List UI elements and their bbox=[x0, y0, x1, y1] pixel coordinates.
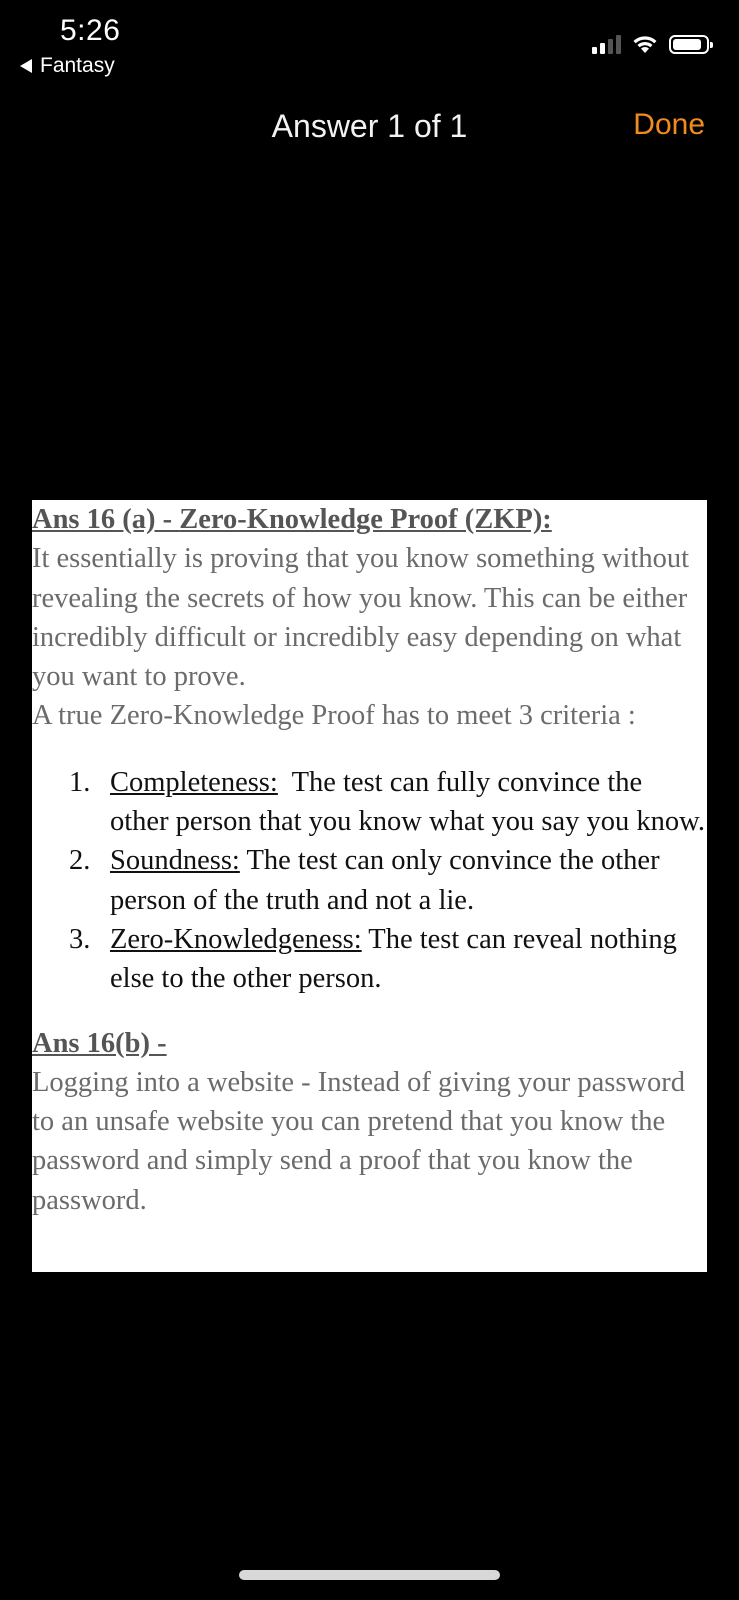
system-icons bbox=[592, 34, 713, 54]
list-item-term: Completeness: bbox=[110, 766, 278, 798]
list-item: 3. Zero-Knowledgeness: The test can reve… bbox=[32, 920, 707, 999]
heading-16a-prefix: Ans 16 (a) - bbox=[32, 504, 180, 535]
paragraph-16b: Logging into a website - Instead of givi… bbox=[32, 1066, 686, 1216]
heading-16a-title: Zero-Knowledge Proof (ZKP): bbox=[179, 504, 552, 535]
heading-16b: Ans 16(b) - bbox=[32, 1027, 167, 1059]
criteria-list: 1. Completeness: The test can fully conv… bbox=[32, 763, 707, 999]
list-item-term: Zero-Knowledgeness: bbox=[110, 923, 362, 955]
cellular-signal-icon bbox=[592, 34, 621, 54]
criteria-intro: A true Zero-Knowledge Proof has to meet … bbox=[32, 700, 636, 732]
back-arrow-icon bbox=[20, 59, 32, 73]
list-item: 2. Soundness: The test can only convince… bbox=[32, 841, 707, 920]
page-title: Answer 1 of 1 bbox=[271, 108, 468, 144]
status-time: 5:26 bbox=[60, 14, 121, 47]
battery-icon bbox=[669, 34, 713, 54]
status-bar: 5:26 Fantasy bbox=[0, 0, 739, 90]
heading-16a: Ans 16 (a) - Zero-Knowledge Proof (ZKP): bbox=[32, 500, 707, 539]
list-item-number: 1. bbox=[69, 766, 91, 798]
back-app-label: Fantasy bbox=[40, 54, 115, 77]
done-button[interactable]: Done bbox=[633, 108, 705, 142]
list-item: 1. Completeness: The test can fully conv… bbox=[32, 763, 707, 842]
answer-document: Ans 16 (a) - Zero-Knowledge Proof (ZKP):… bbox=[32, 500, 707, 1272]
wifi-icon bbox=[633, 36, 657, 53]
back-to-app-button[interactable]: Fantasy bbox=[20, 54, 115, 78]
list-item-number: 3. bbox=[69, 923, 91, 955]
list-item-term: Soundness: bbox=[110, 845, 240, 877]
paragraph-16a: It essentially is proving that you know … bbox=[32, 543, 690, 693]
list-item-number: 2. bbox=[69, 845, 91, 877]
home-indicator[interactable] bbox=[239, 1570, 500, 1580]
